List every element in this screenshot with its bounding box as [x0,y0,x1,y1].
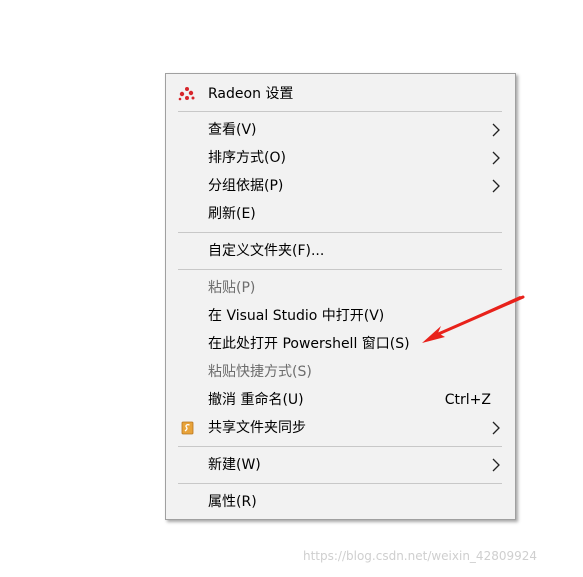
annotation-arrow-icon [422,295,525,343]
watermark: https://blog.csdn.net/weixin_42809924 [303,549,538,563]
